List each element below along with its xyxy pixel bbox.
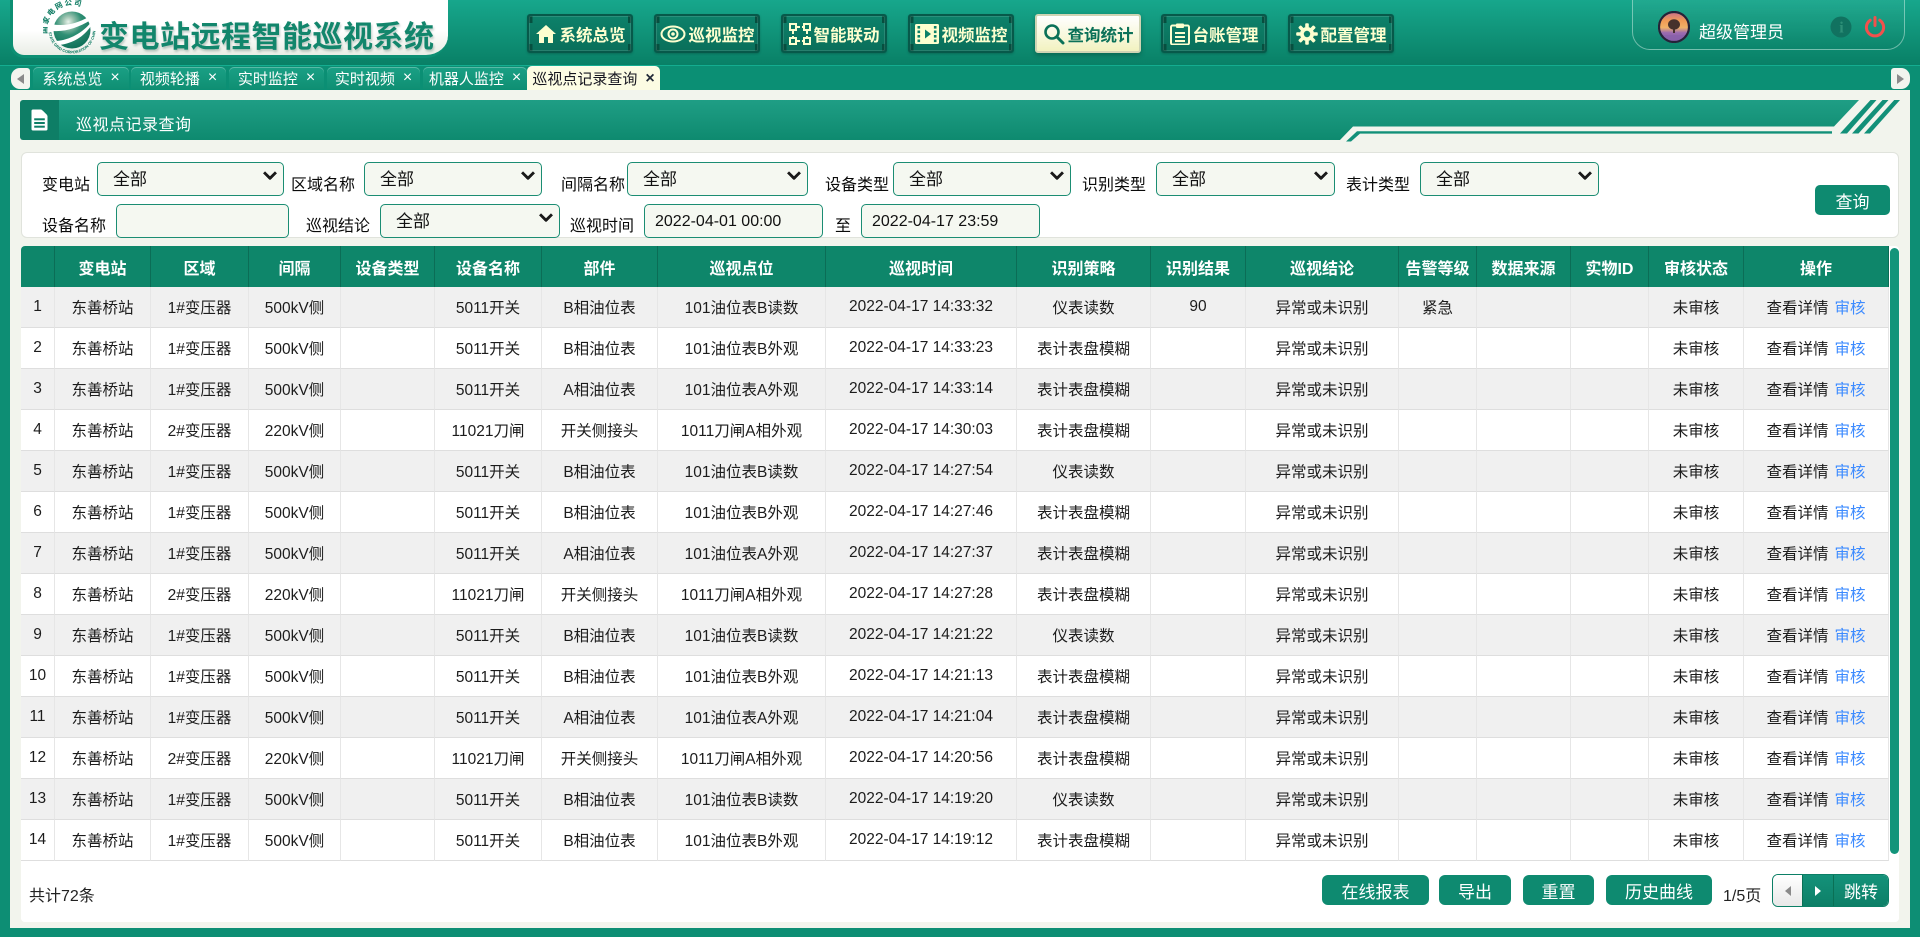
svg-text:i: i xyxy=(1839,20,1844,37)
